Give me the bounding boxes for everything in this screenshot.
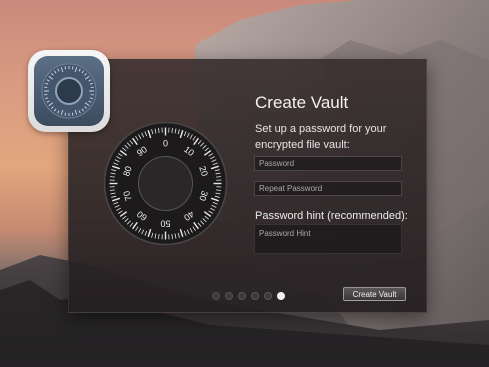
app-icon[interactable]	[28, 50, 110, 132]
dial-number: 0	[163, 139, 168, 149]
password-hint-field[interactable]	[254, 224, 402, 254]
combination-lock-dial-icon: 0 10 20 30 40 50 60 70 80 90	[103, 121, 228, 246]
page-indicator	[212, 292, 285, 300]
page-dot[interactable]	[277, 292, 285, 300]
page-dot[interactable]	[225, 292, 233, 300]
page-dot[interactable]	[212, 292, 220, 300]
password-hint-label: Password hint (recommended):	[255, 210, 408, 222]
dialog-title: Create Vault	[255, 93, 349, 112]
create-vault-button[interactable]: Create Vault	[343, 287, 406, 301]
repeat-password-field[interactable]	[254, 181, 402, 196]
password-field[interactable]	[254, 156, 402, 171]
dial-number: 50	[160, 219, 170, 229]
page-dot[interactable]	[264, 292, 272, 300]
vault-dial-icon	[34, 56, 104, 126]
page-dot[interactable]	[238, 292, 246, 300]
page-dot[interactable]	[251, 292, 259, 300]
dialog-subtitle: Set up a password for your encrypted fil…	[255, 123, 387, 151]
